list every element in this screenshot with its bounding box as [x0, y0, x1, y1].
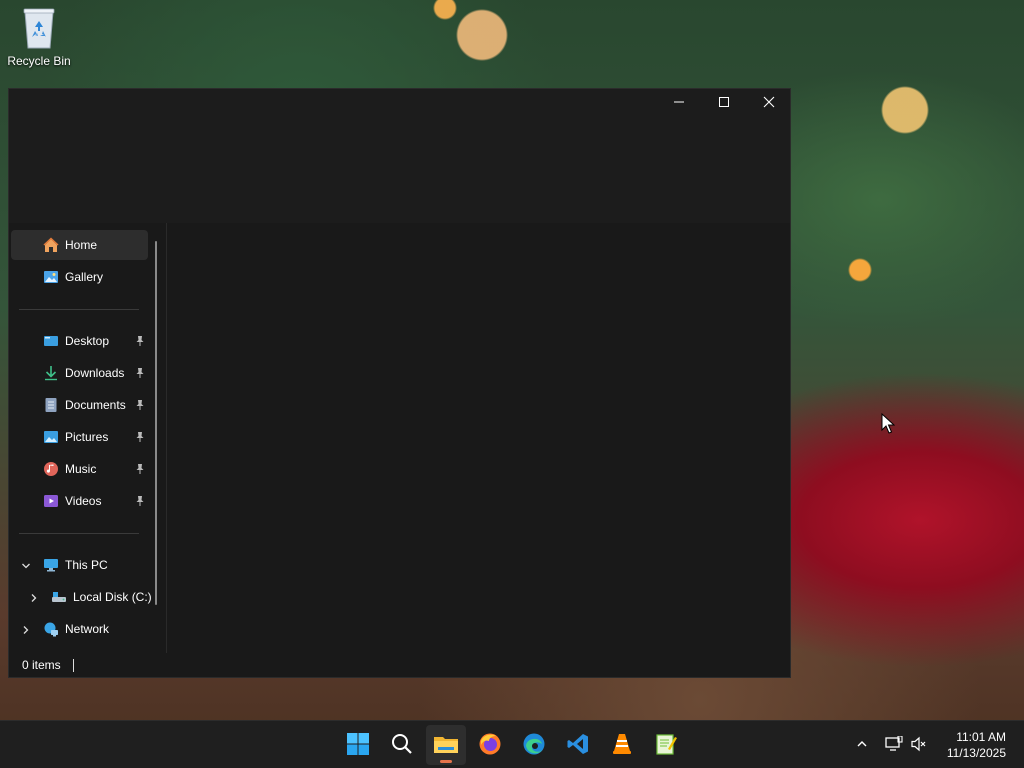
pin-icon — [135, 399, 145, 411]
chevron-down-icon[interactable] — [21, 560, 31, 570]
nav-item-downloads[interactable]: Downloads — [11, 358, 148, 388]
minimize-icon — [673, 96, 685, 111]
nav-item-desktop[interactable]: Desktop — [11, 326, 148, 356]
recycle-bin-desktop-icon[interactable]: Recycle Bin — [4, 6, 74, 68]
taskbar-vscode[interactable] — [558, 725, 598, 765]
network-icon — [43, 621, 59, 637]
chevron-up-icon — [856, 738, 868, 753]
pin-icon — [135, 431, 145, 443]
taskbar-firefox[interactable] — [470, 725, 510, 765]
firefox-icon — [478, 732, 502, 759]
mouse-cursor-icon — [881, 412, 896, 435]
videos-folder-icon — [43, 493, 59, 509]
start-button[interactable] — [338, 725, 378, 765]
nav-item-label: Videos — [65, 494, 102, 508]
show-hidden-icons-button[interactable] — [850, 729, 874, 761]
taskbar-edge[interactable] — [514, 725, 554, 765]
taskbar-notepad-plus[interactable] — [646, 725, 686, 765]
file-explorer-window: Home Gallery Desktop Downloads Documents… — [8, 88, 791, 678]
status-separator — [72, 658, 74, 672]
home-icon — [43, 237, 59, 253]
minimize-button[interactable] — [656, 89, 702, 117]
status-bar: 0 items — [9, 653, 790, 677]
nav-item-this-pc[interactable]: This PC — [11, 550, 148, 580]
nav-item-label: Network — [65, 622, 110, 636]
nav-item-documents[interactable]: Documents — [11, 390, 148, 420]
item-count: 0 items — [22, 658, 61, 672]
gallery-icon — [43, 269, 59, 285]
search-icon — [391, 733, 413, 758]
pictures-folder-icon — [43, 429, 59, 445]
taskbar-vlc[interactable] — [602, 725, 642, 765]
file-list-pane[interactable] — [167, 223, 790, 653]
chevron-right-icon[interactable] — [21, 624, 31, 634]
pin-icon — [135, 335, 145, 347]
nav-item-label: Desktop — [65, 334, 110, 348]
title-bar[interactable] — [9, 89, 790, 223]
nav-item-label: Local Disk (C:) — [73, 590, 152, 604]
network-status-icon — [885, 734, 903, 755]
vscode-icon — [566, 732, 590, 759]
recycle-bin-label: Recycle Bin — [7, 54, 71, 68]
maximize-icon — [718, 96, 730, 111]
nav-item-pictures[interactable]: Pictures — [11, 422, 148, 452]
active-indicator — [440, 760, 452, 763]
notepad-icon — [654, 732, 678, 759]
taskbar-clock[interactable]: 11:01 AM 11/13/2025 — [947, 729, 1006, 761]
nav-item-label: Documents — [65, 398, 126, 412]
navigation-pane: Home Gallery Desktop Downloads Documents… — [9, 223, 166, 653]
quick-settings-button[interactable] — [882, 729, 930, 761]
nav-item-label: This PC — [65, 558, 108, 572]
taskbar-file-explorer[interactable] — [426, 725, 466, 765]
music-folder-icon — [43, 461, 59, 477]
clock-date: 11/13/2025 — [946, 746, 1006, 760]
pin-icon — [135, 367, 145, 379]
nav-item-label: Downloads — [65, 366, 125, 380]
volume-muted-icon — [911, 736, 927, 755]
maximize-button[interactable] — [701, 89, 747, 117]
close-button[interactable] — [746, 89, 792, 117]
pin-icon — [135, 463, 145, 475]
close-icon — [763, 96, 775, 111]
local-disk-icon — [51, 589, 67, 605]
nav-item-label: Home — [65, 238, 98, 252]
nav-item-network[interactable]: Network — [11, 614, 148, 644]
nav-separator — [19, 533, 139, 534]
nav-item-label: Music — [65, 462, 97, 476]
this-pc-icon — [43, 557, 59, 573]
nav-separator — [19, 309, 139, 310]
windows-start-icon — [346, 732, 370, 759]
desktop-folder-icon — [43, 333, 59, 349]
search-button[interactable] — [382, 725, 422, 765]
nav-scrollbar[interactable] — [155, 241, 157, 605]
vlc-icon — [610, 732, 634, 759]
edge-icon — [522, 732, 546, 759]
nav-item-gallery[interactable]: Gallery — [11, 262, 148, 292]
nav-item-label: Pictures — [65, 430, 109, 444]
downloads-folder-icon — [43, 365, 59, 381]
taskbar: 11:01 AM 11/13/2025 — [0, 720, 1024, 768]
nav-item-local-disk[interactable]: Local Disk (C:) — [11, 582, 156, 612]
nav-item-videos[interactable]: Videos — [11, 486, 148, 516]
documents-folder-icon — [43, 397, 59, 413]
clock-time: 11:01 AM — [956, 730, 1006, 744]
nav-item-label: Gallery — [65, 270, 104, 284]
chevron-right-icon[interactable] — [29, 592, 39, 602]
file-explorer-icon — [433, 733, 459, 758]
pin-icon — [135, 495, 145, 507]
recycle-bin-icon — [21, 6, 57, 50]
nav-item-home[interactable]: Home — [11, 230, 148, 260]
nav-item-music[interactable]: Music — [11, 454, 148, 484]
